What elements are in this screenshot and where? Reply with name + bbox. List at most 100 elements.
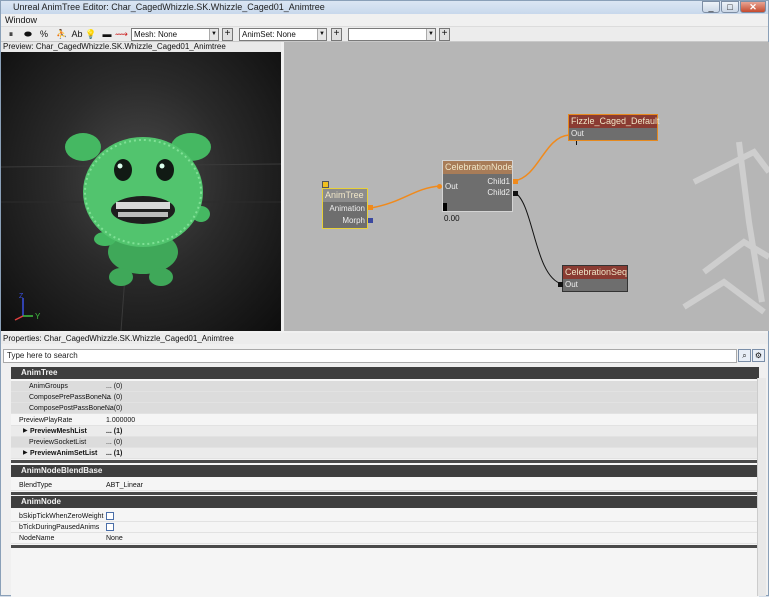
child1-connector[interactable] [513, 179, 518, 184]
property-value: ... (1) [106, 450, 123, 457]
bone-names-icon[interactable]: Ab [71, 28, 83, 41]
category-animnodeblendbase[interactable]: AnimNodeBlendBase [11, 465, 759, 477]
category-divider [11, 492, 759, 495]
search-icon[interactable]: ⌕ [738, 349, 751, 362]
blend-slider-handle[interactable] [443, 203, 447, 211]
chevron-down-icon: ▼ [426, 29, 435, 40]
property-key: BlendType [19, 482, 53, 489]
pause-icon[interactable]: ⏸ [5, 28, 17, 41]
search-options-icon[interactable]: ⚙ [752, 349, 765, 362]
chevron-down-icon: ▼ [209, 29, 218, 40]
tick-paused-checkbox[interactable] [106, 523, 114, 531]
animtree-editor-window: Unreal AnimTree Editor: Char_CagedWhizzl… [0, 0, 769, 597]
window-title: Unreal AnimTree Editor: Char_CagedWhizzl… [13, 2, 325, 12]
mesh-combo[interactable]: Mesh: None ▼ [131, 28, 219, 41]
property-row[interactable]: NodeName None [11, 533, 759, 544]
property-key: bSkipTickWhenZeroWeight [19, 513, 104, 520]
celebration-in-pin[interactable]: Out [445, 182, 458, 191]
add-animset-button[interactable]: + [331, 28, 342, 41]
pin-animation[interactable]: Animation [329, 204, 365, 213]
anim-graph-canvas[interactable]: AnimTree Animation Morph CelebrationNode… [284, 42, 769, 331]
pin-morph-connector[interactable] [368, 218, 373, 223]
character-preview: Y Z [1, 133, 281, 331]
add-mesh-button[interactable]: + [222, 28, 233, 41]
property-row[interactable]: AnimGroups ... (0) [11, 381, 759, 392]
expand-arrow-icon[interactable]: ▶ [23, 426, 28, 437]
maximize-button[interactable]: □ [721, 1, 739, 13]
third-combo[interactable]: ▼ [348, 28, 436, 41]
property-value: ... (1) [106, 428, 123, 435]
celebration-child1-pin[interactable]: Child1 [487, 177, 510, 186]
property-key: ComposePostPassBoneNa [29, 405, 114, 412]
axis-y-label: Y [35, 312, 41, 321]
flat-shading-icon[interactable]: ▬ [101, 28, 113, 41]
curves-icon[interactable]: ⟿ [115, 28, 128, 41]
celebseq-connector[interactable] [558, 282, 563, 287]
category-divider [11, 460, 759, 463]
fizzle-out-connector[interactable] [576, 141, 577, 145]
child2-connector[interactable] [513, 191, 518, 196]
close-button[interactable]: ✕ [740, 1, 766, 13]
celebration-in-connector[interactable] [437, 184, 442, 189]
preview-panel: Preview: Char_CagedWhizzle.SK.Whizzle_Ca… [1, 42, 281, 331]
minimize-button[interactable]: _ [702, 1, 720, 13]
pin-morph[interactable]: Morph [342, 216, 365, 225]
property-value: ... (0) [106, 383, 123, 390]
node-celebration-title: CelebrationNode [443, 161, 513, 174]
percent-icon[interactable]: % [38, 28, 50, 41]
property-key: NodeName [19, 535, 55, 542]
property-value: 1.000000 [106, 417, 136, 424]
node-celebration[interactable]: CelebrationNode Out Child1 Child2 [442, 160, 513, 212]
property-value: None [106, 535, 123, 542]
skeleton-icon[interactable]: ⛹ [56, 28, 68, 41]
fizzle-out-pin[interactable]: Out [571, 129, 584, 138]
property-row[interactable]: ComposePrePassBoneNa ... (0) [11, 392, 759, 403]
properties-scrollbar[interactable] [757, 378, 766, 596]
preview-title: Preview: Char_CagedWhizzle.SK.Whizzle_Ca… [1, 42, 281, 52]
celebration-value: 0.00 [444, 214, 460, 223]
property-row[interactable]: PreviewPlayRate 1.000000 [11, 415, 759, 426]
chevron-down-icon: ▼ [317, 29, 326, 40]
property-key: PreviewSocketList [29, 439, 87, 446]
animset-combo-value: AnimSet: None [242, 30, 296, 39]
lightbulb-icon[interactable]: 💡 [85, 28, 97, 41]
category-animtree[interactable]: AnimTree [11, 367, 759, 379]
property-key: PreviewPlayRate [19, 417, 73, 424]
property-row[interactable]: ComposePostPassBoneNa ... (0) [11, 403, 759, 414]
property-row[interactable]: BlendType ABT_Linear [11, 480, 759, 491]
node-animtree-title: AnimTree [323, 189, 367, 202]
property-row-expandable[interactable]: ▶ PreviewAnimSetList ... (1) [11, 448, 759, 459]
node-fizzle-caged-default[interactable]: Fizzle_Caged_Default Out [568, 114, 660, 141]
property-key: PreviewAnimSetList [30, 450, 98, 457]
property-row[interactable]: bSkipTickWhenZeroWeight [11, 511, 759, 522]
preview-viewport[interactable]: Y Z [1, 52, 281, 331]
property-value: ... (0) [106, 394, 123, 401]
add-third-button[interactable]: + [439, 28, 450, 41]
axis-z-label: Z [19, 293, 24, 300]
property-search-input[interactable]: Type here to search [3, 349, 737, 363]
property-value: ... (0) [106, 405, 123, 412]
toolbar: ⏸ ⬬ % ⛹ Ab 💡 ▬ ⟿ Mesh: None ▼ + AnimSet:… [1, 27, 768, 42]
property-value: ABT_Linear [106, 482, 143, 489]
node-celebration-seq[interactable]: CelebrationSeq Out [562, 265, 628, 292]
property-row[interactable]: PreviewSocketList ... (0) [11, 437, 759, 448]
pin-animation-connector[interactable] [368, 205, 373, 210]
celebseq-out-pin[interactable]: Out [565, 280, 578, 289]
properties-grid: AnimTree AnimGroups ... (0) ComposePrePa… [11, 367, 759, 597]
wire-animtree-celebration [370, 185, 441, 209]
anim-tree-root-marker[interactable] [322, 181, 329, 188]
node-animtree[interactable]: AnimTree Animation Morph [322, 188, 368, 229]
expand-arrow-icon[interactable]: ▶ [23, 448, 28, 459]
animset-combo[interactable]: AnimSet: None ▼ [239, 28, 327, 41]
celebration-child2-pin[interactable]: Child2 [487, 188, 510, 197]
skip-tick-checkbox[interactable] [106, 512, 114, 520]
property-row-expandable[interactable]: ▶ PreviewMeshList ... (1) [11, 426, 759, 437]
show-mesh-icon[interactable]: ⬬ [22, 28, 34, 41]
property-row[interactable]: bTickDuringPausedAnims [11, 522, 759, 533]
menu-window[interactable]: Window [5, 15, 37, 25]
mesh-combo-value: Mesh: None [134, 30, 178, 39]
title-bar: Unreal AnimTree Editor: Char_CagedWhizzl… [1, 1, 768, 14]
node-fizzle-title: Fizzle_Caged_Default [569, 115, 660, 128]
category-divider [11, 545, 759, 548]
category-animnode[interactable]: AnimNode [11, 496, 759, 508]
